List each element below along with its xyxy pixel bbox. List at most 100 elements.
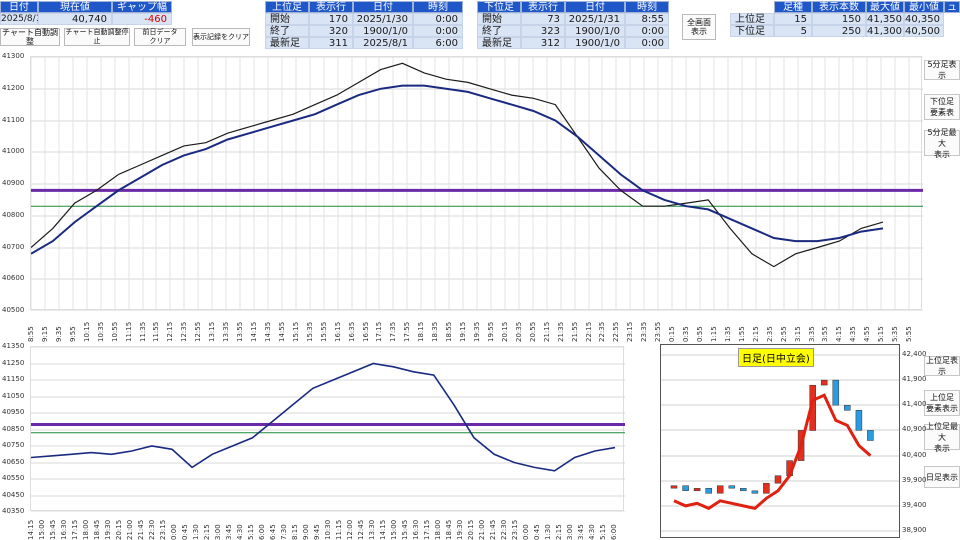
- x-tick-label: 14:35: [264, 321, 272, 342]
- x-tick-label: 5:15: [877, 326, 885, 342]
- x-tick-label: 13:15: [208, 321, 216, 342]
- y-tick-label: 40800: [2, 211, 25, 219]
- x-tick-label: 16:30: [60, 519, 68, 540]
- x-tick-label: 2:15: [203, 524, 211, 540]
- x-tick-label: 18:45: [445, 519, 453, 540]
- y-tick-label: 41,900: [902, 375, 927, 383]
- y-tick-label: 41050: [2, 392, 25, 400]
- upper-end-time: 0:00: [413, 25, 463, 37]
- chart-5min-panel[interactable]: [30, 56, 923, 311]
- y-tick-label: 40,400: [902, 451, 927, 459]
- x-tick-label: 4:15: [835, 326, 843, 342]
- y-tick-label: 40700: [2, 243, 25, 251]
- x-tick-label: 0:55: [696, 326, 704, 342]
- x-tick-label: 10:55: [111, 321, 119, 342]
- right-lower-min: 40,500: [904, 25, 944, 37]
- y-tick-label: 41000: [2, 147, 25, 155]
- x-tick-label: 18:45: [93, 519, 101, 540]
- x-tick-label: 17:55: [403, 321, 411, 342]
- x-tick-label: 19:35: [473, 321, 481, 342]
- x-tick-label: 13:30: [368, 519, 376, 540]
- y-tick-label: 40500: [2, 306, 25, 314]
- chart-15min-svg: [31, 347, 625, 512]
- candle: [682, 485, 689, 491]
- upper-max-display-button[interactable]: 上位足最大 表示: [924, 422, 960, 453]
- y-tick-label: 41,400: [902, 400, 927, 408]
- x-tick-label: 21:35: [557, 321, 565, 342]
- upper-display-button[interactable]: 上位足表示: [924, 356, 960, 376]
- gap-width-header: ギャップ幅: [112, 1, 172, 13]
- upper-end-date: 1900/1/0: [353, 25, 413, 37]
- date-header: 日付: [0, 1, 38, 13]
- x-tick-label: 17:15: [423, 519, 431, 540]
- x-tick-label: 9:55: [69, 326, 77, 342]
- right-kind-header: 足種: [774, 1, 812, 13]
- right-upper-kind: 15: [774, 13, 812, 25]
- x-tick-label: 17:15: [375, 321, 383, 342]
- lower-row-header: 表示行: [521, 1, 565, 13]
- daily-chart-title: 日足(日中立会): [738, 348, 814, 367]
- candle: [716, 485, 724, 494]
- x-tick-label: 14:55: [278, 321, 286, 342]
- chart-auto-adjust-button[interactable]: チャート自動調整: [0, 28, 60, 46]
- x-tick-label: 21:15: [543, 321, 551, 342]
- x-tick-label: 10:15: [83, 321, 91, 342]
- y-tick-label: 40550: [2, 474, 25, 482]
- x-tick-label: 3:45: [225, 524, 233, 540]
- x-tick-label: 20:15: [467, 519, 475, 540]
- x-tick-label: 7:30: [280, 524, 288, 540]
- lower-start-label: 開始: [477, 13, 521, 25]
- x-tick-label: 19:30: [456, 519, 464, 540]
- lower-elements-button[interactable]: 下位足 要素表: [924, 94, 960, 120]
- x-tick-label: 4:30: [588, 524, 596, 540]
- x-tick-label: 3:55: [821, 326, 829, 342]
- current-date: 2025/8/1: [0, 13, 42, 25]
- upper-start-date: 2025/1/30: [353, 13, 413, 25]
- candle: [855, 410, 863, 431]
- candle: [774, 475, 782, 484]
- lower-latest-time: 0:00: [625, 37, 669, 49]
- upper-end-row: 320: [309, 25, 353, 37]
- 5min-max-display-button[interactable]: 5分足最大 表示: [924, 128, 960, 159]
- chart-daily-svg: [661, 354, 899, 532]
- full-screen-button[interactable]: 全画面 表示: [682, 14, 716, 40]
- chart-daily-panel[interactable]: [660, 344, 900, 538]
- y-tick-label: 41250: [2, 359, 25, 367]
- y-tick-label: 39,400: [902, 501, 927, 509]
- x-tick-label: 6:00: [258, 524, 266, 540]
- x-tick-label: 5:35: [891, 326, 899, 342]
- lower-latest-date: 1900/1/0: [565, 37, 625, 49]
- daily-display-button[interactable]: 日足表示: [924, 466, 960, 488]
- x-tick-label: 3:15: [794, 326, 802, 342]
- lower-start-date: 2025/1/31: [565, 13, 625, 25]
- y-tick-label: 41200: [2, 84, 25, 92]
- x-tick-label: 22:55: [612, 321, 620, 342]
- clear-prev-day-button[interactable]: 前日データ クリア: [134, 28, 186, 46]
- x-tick-label: 18:35: [431, 321, 439, 342]
- x-tick-label: 21:55: [571, 321, 579, 342]
- ma-line: [673, 393, 872, 511]
- candle: [844, 405, 851, 411]
- clear-display-log-button[interactable]: 表示記録をクリア: [192, 28, 250, 46]
- lower-date-header: 日付: [565, 1, 625, 13]
- candle: [740, 488, 747, 492]
- x-tick-label: 21:45: [137, 519, 145, 540]
- 5min-display-button[interactable]: 5分足表示: [924, 60, 960, 80]
- chart-auto-adjust-stop-button[interactable]: チャート自動調整停止: [64, 28, 130, 46]
- x-tick-label: 21:45: [489, 519, 497, 540]
- x-tick-label: 16:30: [412, 519, 420, 540]
- x-tick-label: 10:35: [97, 321, 105, 342]
- x-tick-label: 17:15: [71, 519, 79, 540]
- lower-latest-row: 312: [521, 37, 565, 49]
- candle: [693, 488, 701, 492]
- upper-elements-button[interactable]: 上位足 要素表示: [924, 390, 960, 416]
- lower-start-time: 8:55: [625, 13, 669, 25]
- chart-15min-panel[interactable]: [30, 346, 625, 512]
- candle: [705, 488, 712, 494]
- right-upper-min: 40,350: [904, 13, 944, 25]
- x-tick-label: 15:35: [306, 321, 314, 342]
- y-tick-label: 40450: [2, 491, 25, 499]
- x-tick-label: 13:35: [222, 321, 230, 342]
- x-tick-label: 15:00: [390, 519, 398, 540]
- x-tick-label: 12:00: [346, 519, 354, 540]
